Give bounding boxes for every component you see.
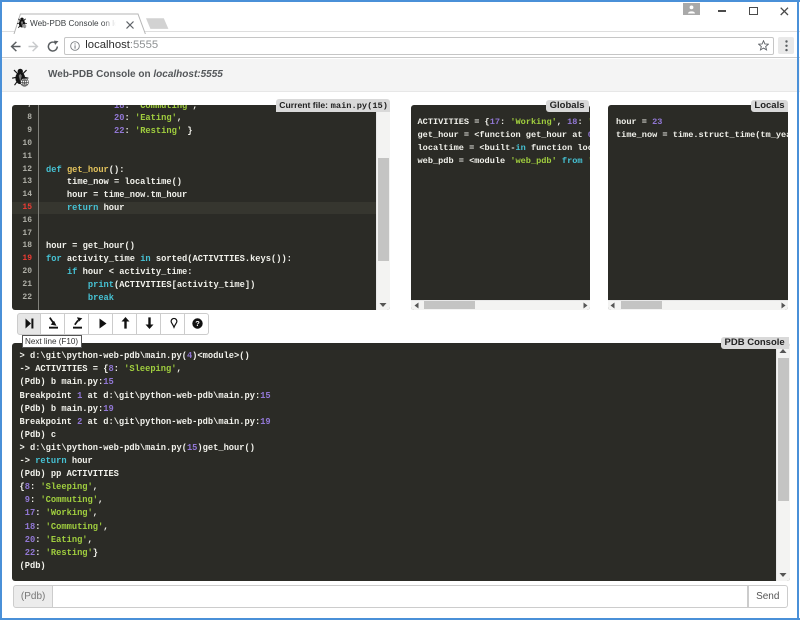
svg-text:?: ? bbox=[195, 319, 200, 328]
